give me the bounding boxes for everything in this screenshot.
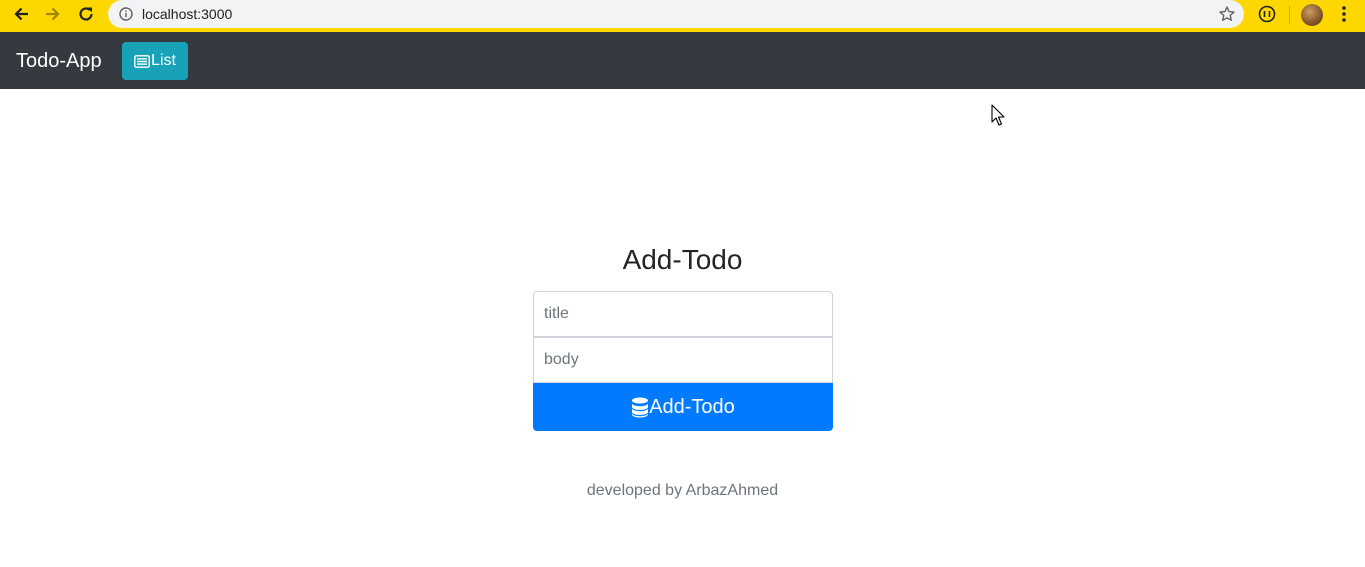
add-todo-button[interactable]: Add-Todo xyxy=(533,383,833,431)
reload-button[interactable] xyxy=(76,4,96,24)
reload-icon xyxy=(79,7,93,21)
extension-icon[interactable] xyxy=(1257,4,1277,24)
body-input[interactable] xyxy=(533,337,833,383)
address-bar[interactable]: localhost:3000 xyxy=(108,0,1244,28)
url-text[interactable]: localhost:3000 xyxy=(142,6,232,22)
list-icon xyxy=(134,54,150,68)
arrow-right-icon xyxy=(46,7,60,21)
database-icon xyxy=(632,397,649,417)
list-button-label: List xyxy=(151,52,176,69)
footer-credit: developed by ArbazAhmed xyxy=(586,482,779,499)
list-button[interactable]: List xyxy=(122,42,188,80)
back-button[interactable] xyxy=(11,4,31,24)
toolbar-divider xyxy=(1289,6,1290,24)
arrow-left-icon xyxy=(14,7,28,21)
page-title: Add-Todo xyxy=(622,244,743,275)
info-icon[interactable] xyxy=(119,7,133,21)
star-icon[interactable] xyxy=(1218,5,1236,23)
app-navbar: Todo-App List xyxy=(0,32,1365,89)
add-todo-button-label: Add-Todo xyxy=(649,395,735,418)
forward-button[interactable] xyxy=(43,4,63,24)
title-input[interactable] xyxy=(533,291,833,337)
kebab-menu-icon[interactable] xyxy=(1336,4,1352,24)
mouse-cursor-icon xyxy=(991,104,1005,126)
browser-toolbar: localhost:3000 xyxy=(0,0,1365,32)
navbar-brand[interactable]: Todo-App xyxy=(16,49,102,73)
avatar[interactable] xyxy=(1301,4,1323,26)
